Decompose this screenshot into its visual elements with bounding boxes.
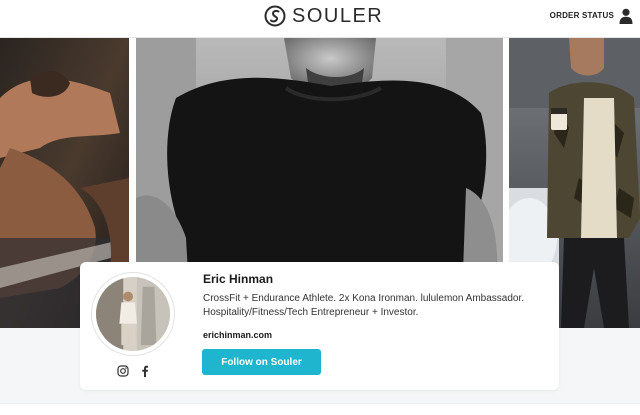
profile-name: Eric Hinman: [203, 272, 274, 286]
order-status-link[interactable]: ORDER STATUS: [550, 11, 614, 20]
brand-name: SOULER: [292, 4, 384, 27]
follow-button[interactable]: Follow on Souler: [202, 349, 321, 375]
brand-logo[interactable]: SOULER: [264, 4, 383, 28]
facebook-icon[interactable]: [139, 364, 151, 377]
profile-card: Eric Hinman CrossFit + Endurance Athlete…: [80, 262, 559, 390]
social-links: [117, 364, 151, 377]
profile-website-link[interactable]: erichinman.com: [203, 330, 272, 340]
profile-bio: CrossFit + Endurance Athlete. 2x Kona Ir…: [203, 292, 548, 320]
profile-bio-line-1: CrossFit + Endurance Athlete. 2x Kona Ir…: [203, 293, 525, 304]
avatar[interactable]: [91, 272, 175, 356]
top-navigation-bar: SOULER ORDER STATUS: [0, 0, 640, 38]
souler-logo-icon: [264, 5, 286, 27]
profile-bio-line-2: Hospitality/Fitness/Tech Entrepreneur + …: [203, 307, 419, 318]
content-section-edge: [0, 403, 640, 415]
instagram-icon[interactable]: [117, 364, 129, 377]
user-icon[interactable]: [619, 8, 633, 24]
